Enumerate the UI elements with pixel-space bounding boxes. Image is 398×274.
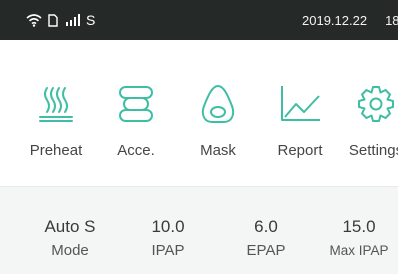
menu-item-mask[interactable]: Mask bbox=[182, 40, 254, 186]
menu-item-preheat[interactable]: Preheat bbox=[20, 40, 92, 186]
menu-item-accessory[interactable]: Acce. bbox=[100, 40, 172, 186]
status-datetime: 2019.12.22 18:4 bbox=[302, 13, 398, 28]
signal-bars-icon bbox=[66, 14, 82, 26]
mask-icon bbox=[182, 84, 254, 124]
network-type-label: S bbox=[86, 12, 96, 28]
therapy-params-panel: Auto S Mode 10.0 IPAP 6.0 EPAP 15.0 Max … bbox=[0, 186, 398, 274]
param-epap-label: EPAP bbox=[246, 242, 286, 259]
wifi-icon bbox=[26, 13, 42, 27]
param-max-ipap-value: 15.0 bbox=[342, 217, 376, 236]
gear-icon bbox=[340, 84, 398, 124]
main-menu: Preheat Acce. Mask Report Settings bbox=[0, 40, 398, 186]
param-epap: 6.0 EPAP bbox=[216, 187, 316, 274]
param-ipap-label: IPAP bbox=[151, 242, 185, 259]
accessory-icon bbox=[100, 84, 172, 124]
param-max-ipap-label: Max IPAP bbox=[329, 243, 389, 258]
sim-card-icon bbox=[48, 13, 58, 27]
param-mode: Auto S Mode bbox=[20, 187, 120, 274]
menu-label-settings: Settings bbox=[348, 142, 398, 159]
param-ipap: 10.0 IPAP bbox=[118, 187, 218, 274]
menu-label-mask: Mask bbox=[200, 142, 236, 159]
status-time: 18:4 bbox=[385, 13, 398, 28]
param-max-ipap: 15.0 Max IPAP bbox=[320, 187, 398, 274]
status-icons: S bbox=[26, 11, 95, 29]
line-chart-icon bbox=[264, 84, 336, 124]
param-mode-label: Mode bbox=[51, 242, 89, 259]
menu-item-report[interactable]: Report bbox=[264, 40, 336, 186]
param-ipap-value: 10.0 bbox=[151, 217, 185, 236]
param-mode-value: Auto S bbox=[44, 217, 96, 236]
menu-item-settings[interactable]: Settings bbox=[340, 40, 398, 186]
heater-icon bbox=[20, 84, 92, 124]
menu-label-acce: Acce. bbox=[117, 142, 155, 159]
param-epap-value: 6.0 bbox=[254, 217, 278, 236]
menu-label-preheat: Preheat bbox=[29, 142, 83, 159]
status-bar: S 2019.12.22 18:4 bbox=[0, 0, 398, 40]
status-date: 2019.12.22 bbox=[302, 13, 368, 28]
